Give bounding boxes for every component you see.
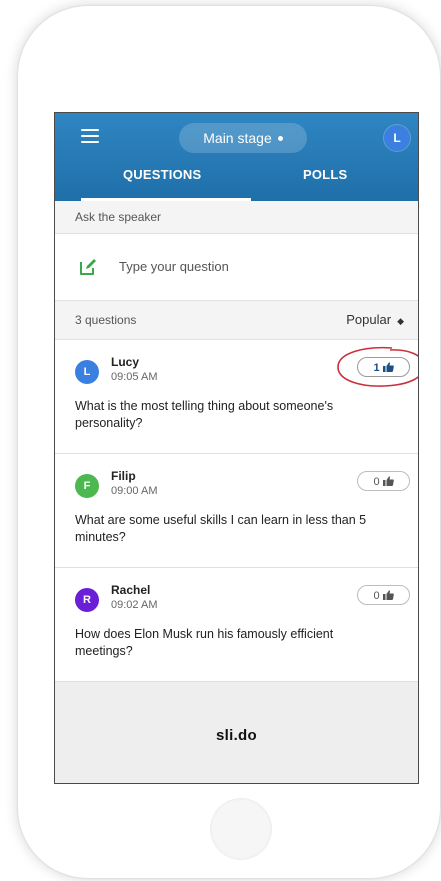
question-item: R Rachel 09:02 AM 0 How does Elon Musk r…: [55, 568, 418, 682]
footer: sli.do: [55, 698, 418, 783]
app-screen: Main stage L QUESTIONS POLLS Ask the spe…: [54, 112, 419, 784]
question-item: L Lucy 09:05 AM 1 What is the most telli…: [55, 340, 418, 454]
author-name: Rachel: [111, 583, 151, 597]
sort-selector[interactable]: Popular ◆: [346, 301, 404, 340]
author-avatar: L: [75, 360, 99, 384]
question-item: F Filip 09:00 AM 0 What are some useful …: [55, 454, 418, 568]
question-count: 3 questions: [75, 313, 137, 327]
question-input-placeholder: Type your question: [119, 259, 229, 274]
stage-selector[interactable]: Main stage: [179, 123, 307, 153]
sort-label: Popular: [346, 312, 392, 327]
tab-questions[interactable]: QUESTIONS: [123, 167, 201, 182]
stage-dropdown-dot-icon: [277, 135, 283, 141]
author-avatar: F: [75, 474, 99, 498]
like-count: 1: [373, 362, 380, 374]
sort-caret-icon: ◆: [397, 316, 404, 326]
like-count: 0: [373, 590, 380, 602]
question-text: What are some useful skills I can learn …: [75, 513, 367, 544]
ask-speaker-label: Ask the speaker: [55, 201, 418, 234]
question-list-header: 3 questions Popular ◆: [55, 301, 418, 340]
slido-logo: sli.do: [216, 727, 257, 744]
author-name: Filip: [111, 469, 136, 483]
user-avatar[interactable]: L: [384, 125, 410, 151]
like-button[interactable]: 1: [357, 357, 410, 377]
question-compose[interactable]: Type your question: [55, 234, 418, 301]
edit-icon: [80, 259, 96, 275]
question-time: 09:02 AM: [111, 599, 158, 611]
hamburger-menu-icon[interactable]: [81, 129, 99, 143]
thumbs-up-icon: [382, 476, 394, 487]
question-time: 09:05 AM: [111, 371, 158, 383]
like-count: 0: [373, 476, 380, 488]
author-avatar: R: [75, 588, 99, 612]
app-header: Main stage L QUESTIONS POLLS: [55, 113, 418, 201]
active-tab-indicator: [81, 198, 251, 201]
thumbs-up-icon: [382, 362, 394, 373]
stage-label: Main stage: [203, 130, 272, 146]
like-button[interactable]: 0: [357, 585, 410, 605]
like-button[interactable]: 0: [357, 471, 410, 491]
home-button[interactable]: [210, 798, 272, 860]
question-time: 09:00 AM: [111, 485, 158, 497]
question-text: How does Elon Musk run his famously effi…: [75, 627, 334, 658]
tab-polls[interactable]: POLLS: [303, 167, 347, 182]
thumbs-up-icon: [382, 590, 394, 601]
author-name: Lucy: [111, 355, 140, 369]
question-text: What is the most telling thing about som…: [75, 399, 334, 430]
